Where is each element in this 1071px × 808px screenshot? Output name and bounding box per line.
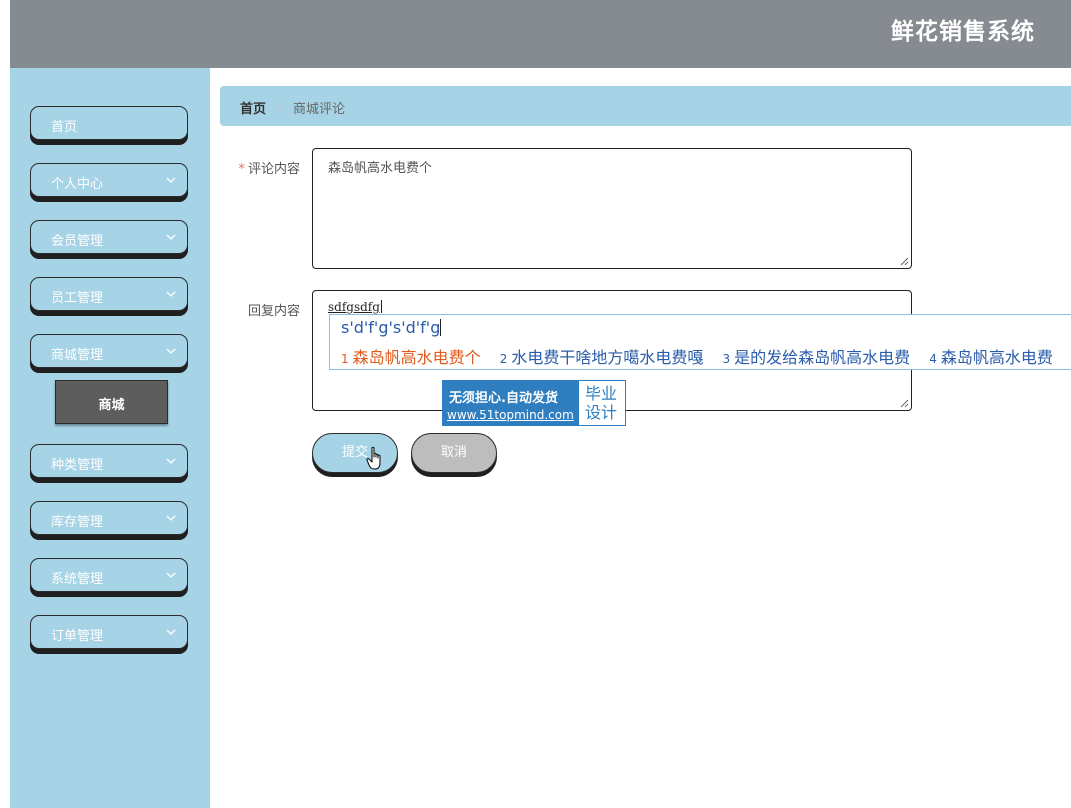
sidebar-item-label: 种类管理 <box>51 458 104 473</box>
sidebar-item-label: 订单管理 <box>51 629 104 644</box>
sidebar-item-label: 系统管理 <box>51 572 104 587</box>
ime-caret <box>440 319 442 336</box>
sidebar-item-member-management[interactable]: 会员管理 <box>30 220 188 254</box>
ime-candidate-list: 1 森岛帆高水电费个 2 水电费干啥地方噶水电费嘎 3 是的发给森岛帆高水电费 4 森岛… <box>341 344 1067 368</box>
sidebar-item-personal-center[interactable]: 个人中心 <box>30 163 188 197</box>
text-caret <box>380 300 382 313</box>
sidebar-subitem-label: 商城 <box>98 398 125 413</box>
ime-candidate[interactable]: 1 森岛帆高水电费个 <box>341 348 481 367</box>
sidebar-item-staff-management[interactable]: 员工管理 <box>30 277 188 311</box>
resize-grip-icon[interactable] <box>900 399 909 408</box>
breadcrumb-current: 商城评论 <box>293 102 346 117</box>
sidebar-item-label: 会员管理 <box>51 234 104 249</box>
breadcrumb: 首页 / 商城评论 <box>220 86 1071 126</box>
sidebar: 首页 个人中心 会员管理 员工管理 商城管理 商城 种类管理 库存管理 系统管理… <box>10 68 210 808</box>
hand-pointer-icon <box>366 446 381 470</box>
top-header: 鲜花销售系统 <box>10 0 1071 68</box>
ime-candidate-text: 是的发给森岛帆高水电费 <box>734 348 911 367</box>
chevron-down-icon <box>166 458 176 464</box>
watermark-right: 毕业 设计 <box>585 384 621 422</box>
ime-candidate-number: 3 <box>722 352 731 366</box>
ime-candidate[interactable]: 3 是的发给森岛帆高水电费 <box>723 348 911 367</box>
sidebar-item-order-management[interactable]: 订单管理 <box>30 615 188 649</box>
comment-label: * 评论内容 <box>210 158 300 177</box>
ime-candidate-window: s'd'f'g's'd'f'g 1 森岛帆高水电费个 2 水电费干啥地方噶水电费嘎 … <box>329 314 1071 370</box>
reply-textarea-value: sdfgsdfg <box>328 300 382 314</box>
chevron-down-icon <box>166 572 176 578</box>
ime-candidate[interactable]: 2 水电费干啥地方噶水电费嘎 <box>500 348 704 367</box>
ime-candidate-text: 水电费干啥地方噶水电费嘎 <box>511 348 704 367</box>
chevron-down-icon <box>166 629 176 635</box>
ime-composition: s'd'f'g's'd'f'g <box>341 318 442 337</box>
watermark-banner: 无须担心.自动发货 www.51topmind.com 毕业 设计 <box>442 380 626 426</box>
chevron-down-icon <box>166 515 176 521</box>
ime-composition-text: s'd'f'g's'd'f'g <box>341 318 441 337</box>
watermark-right-line1: 毕业 <box>585 384 618 403</box>
watermark-slogan: 无须担心.自动发货 <box>449 391 558 406</box>
breadcrumb-home[interactable]: 首页 <box>240 98 266 117</box>
comment-textarea-value: 森岛帆高水电费个 <box>328 161 433 176</box>
chevron-down-icon <box>166 177 176 183</box>
chevron-down-icon <box>166 234 176 240</box>
app-title: 鲜花销售系统 <box>891 19 1035 45</box>
sidebar-item-label: 商城管理 <box>51 348 104 363</box>
sidebar-item-label: 首页 <box>51 120 78 135</box>
comment-label-text: 评论内容 <box>247 162 300 177</box>
chevron-down-icon <box>166 291 176 297</box>
sidebar-item-label: 个人中心 <box>51 177 104 192</box>
watermark-left: 无须担心.自动发货 www.51topmind.com <box>443 381 579 425</box>
sidebar-subitem-mall[interactable]: 商城 <box>55 380 168 424</box>
ime-candidate-text: 森岛帆高水电费个 <box>352 348 481 367</box>
ime-candidate-number: 1 <box>341 352 349 366</box>
ime-candidate[interactable]: 4 森岛帆高水电费 <box>929 348 1053 367</box>
cancel-button[interactable]: 取消 <box>411 433 497 473</box>
sidebar-item-system-management[interactable]: 系统管理 <box>30 558 188 592</box>
breadcrumb-separator: / <box>278 98 283 113</box>
sidebar-item-category-management[interactable]: 种类管理 <box>30 444 188 478</box>
watermark-right-line2: 设计 <box>585 403 618 422</box>
reply-label: 回复内容 <box>247 304 300 319</box>
resize-grip-icon[interactable] <box>900 257 909 266</box>
sidebar-item-inventory-management[interactable]: 库存管理 <box>30 501 188 535</box>
ime-candidate-number: 4 <box>929 352 937 366</box>
ime-candidate-number: 2 <box>499 352 508 366</box>
chevron-down-icon <box>166 348 176 354</box>
comment-textarea[interactable]: 森岛帆高水电费个 <box>312 148 912 269</box>
reply-typed-text: sdfgsdfg <box>328 300 380 314</box>
watermark-url: www.51topmind.com <box>447 408 574 422</box>
required-mark: * <box>238 162 245 177</box>
sidebar-item-label: 库存管理 <box>51 515 104 530</box>
ime-candidate-text: 森岛帆高水电费 <box>940 348 1053 367</box>
sidebar-item-mall-management[interactable]: 商城管理 <box>30 334 188 368</box>
sidebar-item-label: 员工管理 <box>51 291 104 306</box>
sidebar-item-home[interactable]: 首页 <box>30 106 188 140</box>
